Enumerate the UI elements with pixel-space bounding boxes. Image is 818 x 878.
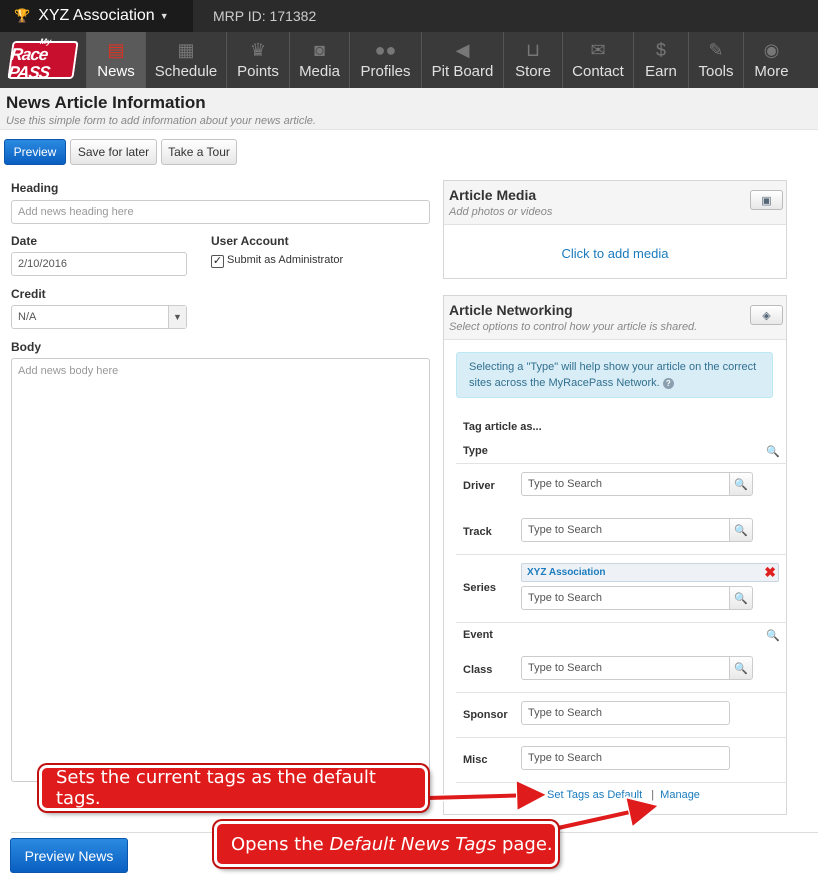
arrow-to-manage [557,808,648,830]
callout-manage-italic: Default News Tags [329,833,497,855]
callout-set-default: Sets the current tags as the default tag… [39,765,428,811]
callout-set-default-text: Sets the current tags as the default tag… [56,767,376,809]
callout-manage-prefix: Opens the [231,833,330,855]
callout-manage-suffix: page. [496,833,553,855]
callout-manage: Opens the Default News Tags page. [214,821,558,867]
annotation-arrows [427,0,818,832]
